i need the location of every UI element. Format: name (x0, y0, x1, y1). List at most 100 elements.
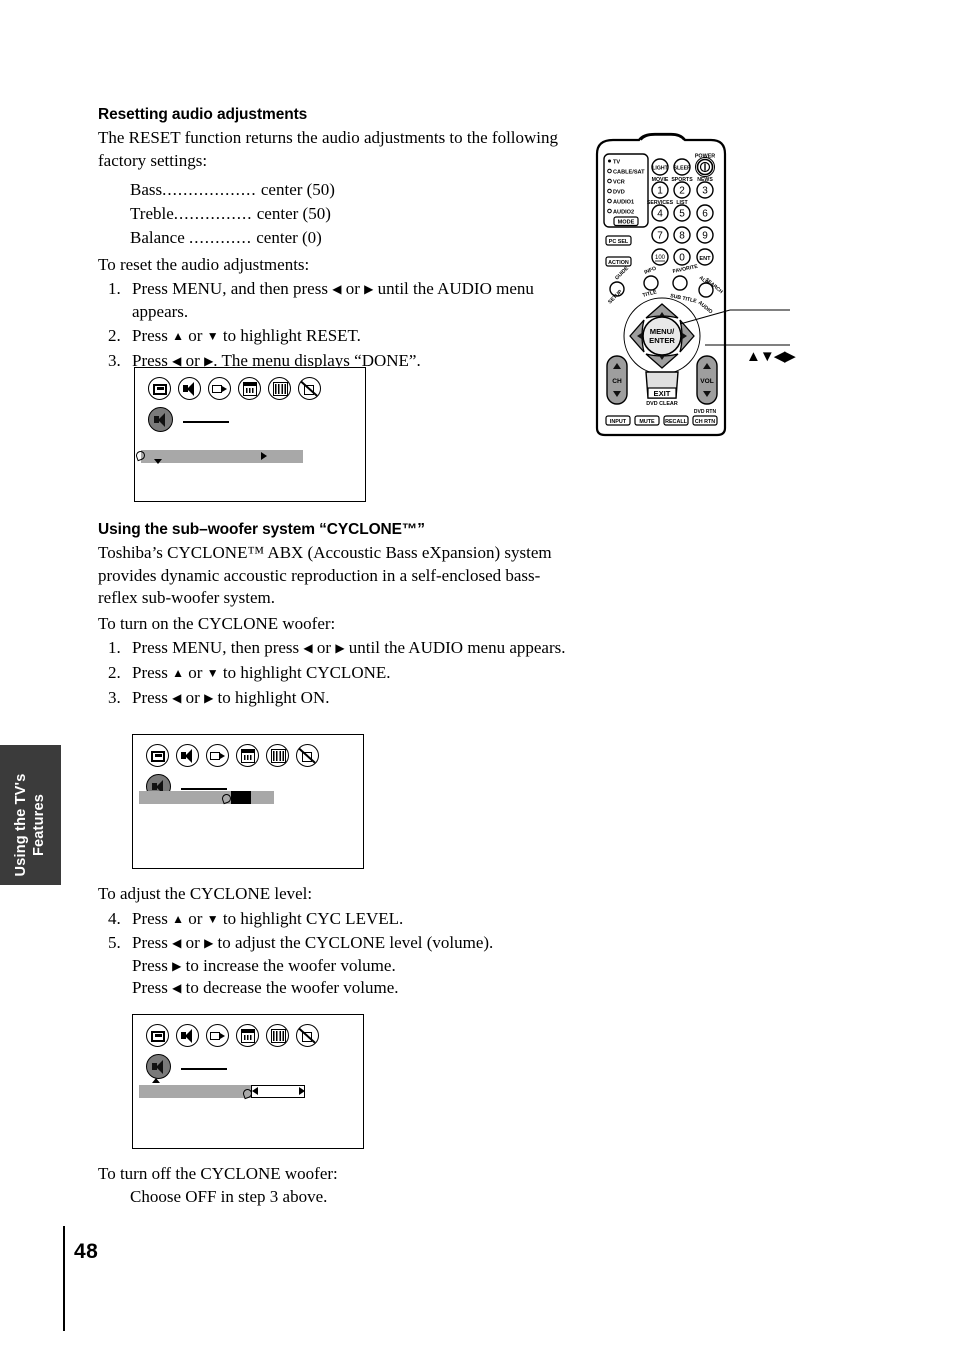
step-text: Press MENU, and then press (132, 279, 333, 299)
svg-text:SLEEP: SLEEP (673, 165, 691, 171)
step-text: or (184, 326, 207, 346)
substep-decrease: Press ◀ to decrease the woofer volume. (132, 978, 399, 998)
video-icon[interactable] (208, 377, 231, 400)
step-text: to adjust the CYCLONE level (volume). (213, 933, 494, 953)
svg-text:4: 4 (657, 209, 663, 220)
lock-icon[interactable] (298, 377, 321, 400)
svg-text:100: 100 (655, 255, 666, 261)
picture-icon[interactable] (148, 377, 171, 400)
step-text: Press (132, 663, 173, 683)
list-item: 1. Press MENU, and then press ◀ or ▶ unti… (98, 278, 568, 323)
section2-leadin3: To turn off the CYCLONE woofer: (98, 1164, 338, 1183)
highlight-bar[interactable] (139, 1085, 251, 1098)
up-tick-icon (152, 1078, 160, 1083)
section1-heading: Resetting audio adjustments (98, 106, 308, 123)
audio-icon[interactable] (176, 744, 199, 767)
list-item: 2. Press ▲ or ▼ to highlight CYCLONE. (98, 662, 568, 685)
audio-icon[interactable] (178, 377, 201, 400)
section-cyclone-level: To adjust the CYCLONE level: 4. Press ▲ o… (98, 880, 568, 1000)
section2-leadin2: To adjust the CYCLONE level: (98, 884, 313, 903)
section-turn-off: To turn off the CYCLONE woofer: Choose O… (98, 1160, 568, 1208)
right-arrow-icon (299, 1087, 305, 1095)
highlight-bar[interactable] (141, 450, 303, 463)
up-arrow-icon: ▲ (172, 666, 185, 681)
substep-increase: Press ▶ to increase the woofer volume. (132, 955, 396, 975)
setup-icon[interactable] (266, 1024, 289, 1047)
step-text: or (184, 663, 207, 683)
left-rule (63, 1226, 65, 1331)
left-arrow-icon: ◀ (172, 981, 182, 996)
channel-icon[interactable] (236, 1024, 259, 1047)
audio-icon[interactable] (176, 1024, 199, 1047)
svg-text:PC SEL: PC SEL (609, 239, 629, 245)
setting-dots: .................. (162, 180, 257, 200)
list-item: 2. Press ▲ or ▼ to highlight RESET. (98, 325, 568, 348)
manual-page: Using the TV's Features 4 8 Resetting aud… (0, 0, 954, 1351)
svg-text:8: 8 (679, 231, 685, 242)
step-number: 4. (108, 908, 121, 928)
svg-text:6: 6 (702, 209, 708, 220)
setup-icon[interactable] (266, 744, 289, 767)
step-text: or (341, 279, 365, 299)
selected-audio-icon (146, 1054, 171, 1079)
picture-icon[interactable] (146, 744, 169, 767)
svg-text:MENU/: MENU/ (650, 327, 675, 336)
step-text: Press (132, 326, 173, 346)
right-arrow-icon: ▶ (335, 641, 345, 656)
section1-intro: The RESET function returns the audio adj… (98, 128, 559, 170)
section2-intro: Toshiba’s CYCLONE™ ABX (Accoustic Bass e… (98, 543, 552, 608)
right-arrow-icon: ▶ (204, 690, 214, 705)
selected-audio-icon (148, 407, 173, 432)
picture-icon[interactable] (146, 1024, 169, 1047)
cursor-icon (243, 1087, 256, 1101)
setup-icon[interactable] (268, 377, 291, 400)
down-arrow-icon: ▼ (206, 329, 219, 344)
step-text: or (184, 908, 207, 928)
side-tab-chapter: Using the TV's Features (0, 745, 61, 885)
step-text: or (312, 638, 336, 658)
osd-icon-row (148, 377, 321, 400)
up-arrow-icon: ▲ (172, 329, 185, 344)
svg-text:VOL: VOL (700, 378, 714, 385)
mode-label-cablesat: CABLE/SAT (613, 170, 645, 176)
section2-steps: 1. Press MENU, then press ◀ or ▶ until th… (98, 637, 568, 709)
channel-icon[interactable] (238, 377, 261, 400)
setting-name: Treble (130, 204, 174, 224)
step-text: Press (132, 687, 173, 707)
right-arrow-icon: ▶ (204, 354, 214, 369)
highlight-bar[interactable] (139, 791, 274, 804)
step-text: until the AUDIO menu appears. (344, 638, 566, 658)
svg-text:MUTE: MUTE (639, 419, 655, 425)
list-item: Treble............... center (50) (98, 202, 568, 226)
step-text: to highlight CYCLONE. (218, 663, 391, 683)
audio-menu-cyclone-on (132, 734, 364, 869)
svg-text:3: 3 (702, 186, 708, 197)
callout-arrow-keys-label: ▲▼◀▶ (746, 349, 796, 365)
section2-heading: Using the sub–woofer system “CYCLONE™” (98, 521, 425, 538)
video-icon[interactable] (206, 1024, 229, 1047)
section-resetting-audio: Resetting audio adjustments The RESET fu… (98, 106, 568, 373)
mode-label-vcr: VCR (613, 180, 625, 186)
setting-dots: ............ (189, 228, 252, 248)
info-button (643, 275, 659, 291)
lock-icon[interactable] (296, 1024, 319, 1047)
mode-label-dvd: DVD (613, 190, 625, 196)
left-arrow-icon: ◀ (303, 641, 313, 656)
up-arrow-icon: ▲ (172, 911, 185, 926)
list-item: Balance ............ center (0) (98, 226, 568, 250)
setting-name: Balance (130, 228, 185, 248)
step-text: Press MENU, then press (132, 638, 304, 658)
cursor-icon (136, 449, 149, 463)
setting-value: center (50) (256, 204, 331, 224)
section1-steps: 1. Press MENU, and then press ◀ or ▶ unti… (98, 278, 568, 372)
list-item: 1. Press MENU, then press ◀ or ▶ until th… (98, 637, 568, 660)
level-slider[interactable] (251, 1085, 305, 1098)
lock-icon[interactable] (296, 744, 319, 767)
svg-text:7: 7 (657, 231, 663, 242)
step-text: to highlight RESET. (218, 326, 361, 346)
list-item: 4. Press ▲ or ▼ to highlight CYC LEVEL. (98, 908, 568, 931)
right-arrow-icon: ▶ (172, 958, 182, 973)
list-item: Bass.................. center (50) (98, 178, 568, 202)
video-icon[interactable] (206, 744, 229, 767)
channel-icon[interactable] (236, 744, 259, 767)
